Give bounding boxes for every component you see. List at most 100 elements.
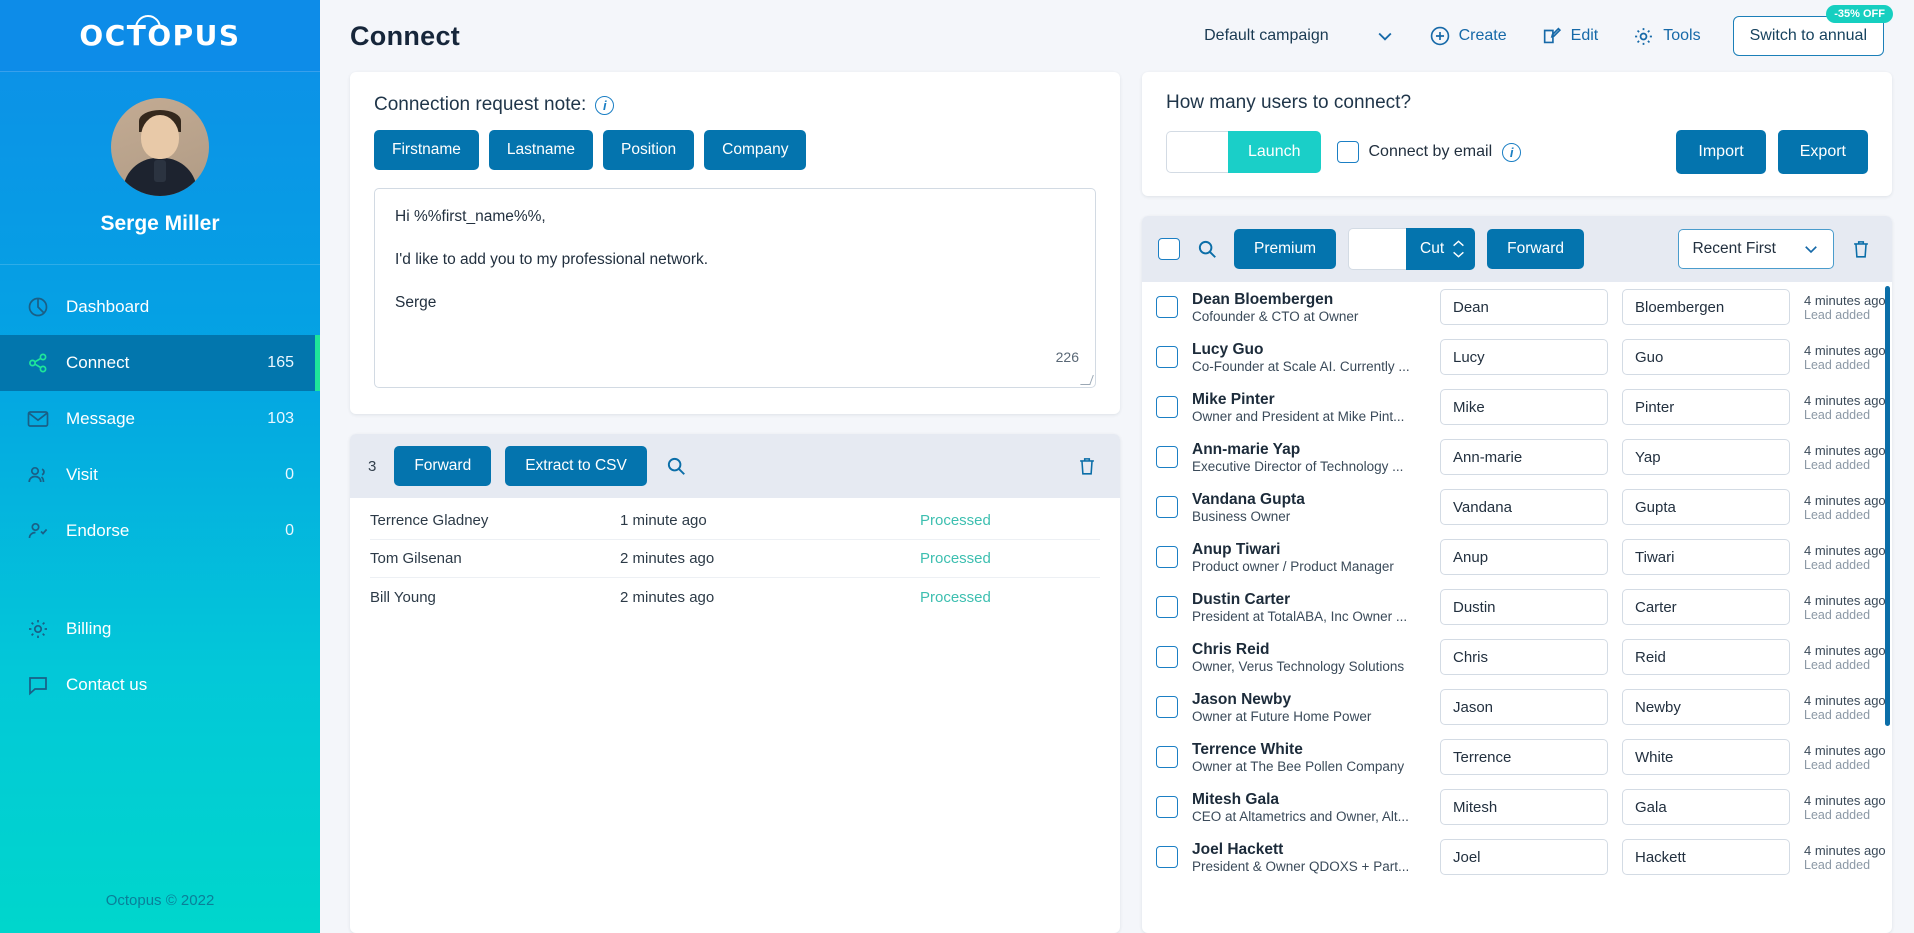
lead-checkbox[interactable] [1156,446,1178,468]
sidebar-item-contact-us[interactable]: Contact us [0,657,320,713]
token-lastname-button[interactable]: Lastname [488,130,593,170]
cut-amount-input[interactable] [1348,228,1407,270]
lead-lastname-input[interactable] [1622,289,1790,325]
lead-lastname-input[interactable] [1622,589,1790,625]
lead-lastname-input[interactable] [1622,389,1790,425]
export-button[interactable]: Export [1777,130,1868,174]
lead-firstname-input[interactable] [1440,389,1608,425]
lead-firstname-input[interactable] [1440,739,1608,775]
processed-search-button[interactable] [661,451,691,481]
lead-lastname-input[interactable] [1622,689,1790,725]
list-item[interactable]: Lucy Guo Co-Founder at Scale AI. Currentl… [1142,332,1886,382]
lead-firstname-input[interactable] [1440,839,1608,875]
leads-search-button[interactable] [1192,234,1222,264]
note-textarea[interactable]: Hi %%first_name%%, I'd like to add you t… [374,188,1096,388]
lead-lastname-input[interactable] [1622,839,1790,875]
lead-lastname-input[interactable] [1622,789,1790,825]
list-item[interactable]: Vandana GuptaBusiness Owner 4 minutes ago… [1142,482,1886,532]
list-item[interactable]: Mitesh Gala CEO at Altametrics and Owner,… [1142,782,1886,832]
chat-icon [29,677,47,696]
table-row[interactable]: Terrence Gladney 1 minute ago Processed [370,502,1100,540]
processed-forward-button[interactable]: Forward [394,446,492,486]
connect-amount-input[interactable] [1166,131,1228,173]
lead-firstname-input[interactable] [1440,339,1608,375]
lead-firstname-input[interactable] [1440,489,1608,525]
token-position-button[interactable]: Position [602,130,695,170]
sidebar-item-endorse[interactable]: Endorse 0 [0,503,320,559]
note-line: I'd like to add you to my professional n… [395,250,709,268]
lead-lastname-input[interactable] [1622,489,1790,525]
lead-checkbox[interactable] [1156,646,1178,668]
logo-container[interactable]: OCTOPUS [0,0,320,72]
launch-button[interactable]: Launch [1228,131,1321,173]
lead-lastname-input[interactable] [1622,339,1790,375]
list-item[interactable]: Mike Pinter Owner and President at Mike P… [1142,382,1886,432]
tools-button[interactable]: Tools [1618,17,1714,56]
lead-checkbox[interactable] [1156,296,1178,318]
scrollbar-thumb[interactable] [1885,286,1890,726]
lead-lastname-input[interactable] [1622,739,1790,775]
lead-checkbox[interactable] [1156,596,1178,618]
switch-to-annual-button[interactable]: -35% OFF Switch to annual [1732,5,1893,56]
leads-delete-button[interactable] [1846,233,1876,265]
list-item[interactable]: Chris Reid Owner, Verus Technology Soluti… [1142,632,1886,682]
sidebar-item-message[interactable]: Message 103 [0,391,320,447]
list-item[interactable]: Dustin Carter President at TotalABA, Inc … [1142,582,1886,632]
lead-firstname-input[interactable] [1440,539,1608,575]
lead-checkbox[interactable] [1156,846,1178,868]
sort-order-select[interactable]: Recent First [1678,229,1834,269]
create-button[interactable]: Create [1415,17,1521,55]
leads-scroll-area[interactable]: Dean Bloembergen Cofounder & CTO at Owner… [1142,282,1892,933]
sidebar-item-visit[interactable]: Visit 0 [0,447,320,503]
token-firstname-button[interactable]: Firstname [374,130,479,170]
extract-to-csv-button[interactable]: Extract to CSV [505,446,647,486]
list-item[interactable]: Joel Hackett President & Owner QDOXS + Pa… [1142,832,1886,882]
lead-checkbox[interactable] [1156,696,1178,718]
sidebar-item-billing[interactable]: Billing [0,601,320,657]
token-company-button[interactable]: Company [704,130,807,170]
list-item[interactable]: Dean Bloembergen Cofounder & CTO at Owner… [1142,282,1886,332]
sidebar-item-dashboard[interactable]: Dashboard [0,279,320,335]
list-item[interactable]: Jason NewbyOwner at Future Home Power 4 m… [1142,682,1886,732]
table-row[interactable]: Tom Gilsenan 2 minutes ago Processed [370,540,1100,578]
leads-forward-button[interactable]: Forward [1487,229,1584,269]
lead-checkbox[interactable] [1156,346,1178,368]
avatar[interactable] [111,98,209,196]
lead-checkbox[interactable] [1156,496,1178,518]
lead-lastname-input[interactable] [1622,639,1790,675]
list-item[interactable]: Ann-marie Yap Executive Director of Techn… [1142,432,1886,482]
edit-button[interactable]: Edit [1527,17,1613,55]
info-icon[interactable]: i [595,95,615,115]
list-item[interactable]: Terrence White Owner at The Bee Pollen Co… [1142,732,1886,782]
cut-stepper[interactable] [1452,239,1465,259]
premium-button[interactable]: Premium [1234,229,1337,269]
lead-lastname-input[interactable] [1622,439,1790,475]
lead-checkbox[interactable] [1156,546,1178,568]
table-row[interactable]: Bill Young 2 minutes ago Processed [370,578,1100,616]
lead-checkbox[interactable] [1156,796,1178,818]
connect-by-email-checkbox[interactable] [1336,141,1359,163]
processed-delete-button[interactable] [1072,450,1102,482]
switch-to-annual-label: Switch to annual [1749,27,1867,44]
sort-order-value: Recent First [1692,240,1776,257]
lead-firstname-input[interactable] [1440,639,1608,675]
left-column: Connection request note: i Firstname Las… [350,72,1120,933]
lead-firstname-input[interactable] [1440,439,1608,475]
lead-checkbox[interactable] [1156,396,1178,418]
select-all-checkbox[interactable] [1158,238,1180,260]
campaign-selector[interactable]: Default campaign [1190,18,1409,54]
import-button[interactable]: Import [1676,130,1766,174]
lead-firstname-input[interactable] [1440,689,1608,725]
lead-checkbox[interactable] [1156,746,1178,768]
lead-lastname-input[interactable] [1622,539,1790,575]
textarea-resize-handle[interactable] [1080,375,1094,385]
cut-button[interactable]: Cut [1406,228,1476,270]
list-item[interactable]: Anup Tiwari Product owner / Product Manag… [1142,532,1886,582]
sidebar-item-connect[interactable]: Connect 165 [0,335,320,391]
lead-name: Ann-marie Yap [1192,440,1301,458]
lead-timestamp: 4 minutes ago [1804,742,1886,758]
lead-firstname-input[interactable] [1440,789,1608,825]
lead-firstname-input[interactable] [1440,589,1608,625]
lead-firstname-input[interactable] [1440,289,1608,325]
info-icon[interactable]: i [1502,142,1522,162]
